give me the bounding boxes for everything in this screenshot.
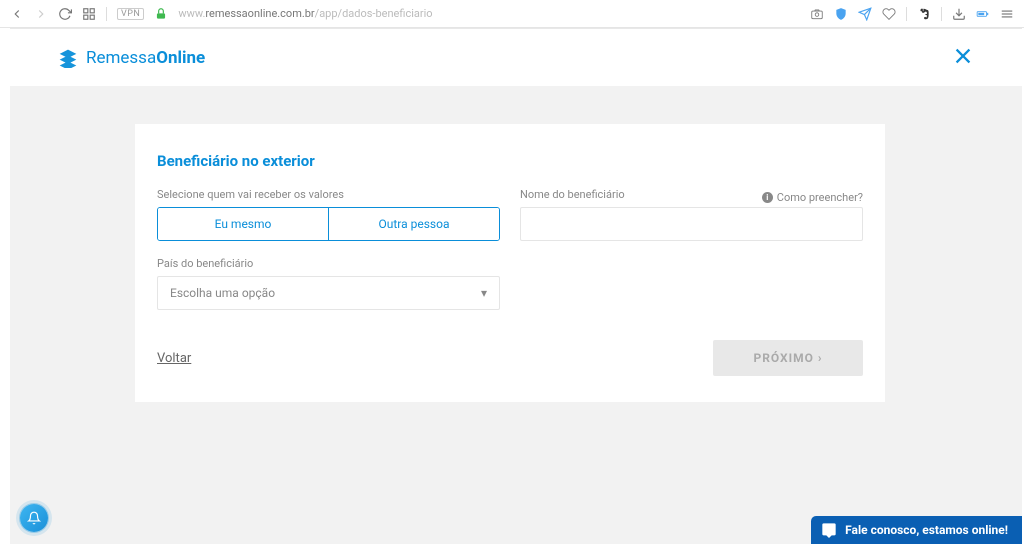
evernote-icon[interactable]: [917, 7, 931, 21]
notification-bell-button[interactable]: [20, 504, 48, 532]
separator: [106, 7, 107, 21]
menu-icon[interactable]: [1000, 7, 1014, 21]
country-placeholder: Escolha uma opção: [170, 286, 275, 300]
card-title: Beneficiário no exterior: [157, 152, 863, 170]
who-receives-label: Selecione quem vai receber os valores: [157, 188, 500, 201]
recipient-segmented-control: Eu mesmo Outra pessoa: [157, 207, 500, 241]
vpn-badge[interactable]: VPN: [117, 8, 144, 20]
help-link[interactable]: i Como preencher?: [762, 191, 863, 204]
app-header: RemessaOnline: [10, 29, 1022, 86]
logo-mark-icon: [58, 48, 78, 68]
option-self-button[interactable]: Eu mesmo: [158, 208, 328, 240]
tiles-icon[interactable]: [82, 7, 96, 21]
form-card: Beneficiário no exterior Selecione quem …: [135, 124, 885, 402]
next-button[interactable]: PRÓXIMO ›: [713, 340, 863, 376]
back-link[interactable]: Voltar: [157, 351, 191, 366]
reload-icon[interactable]: [58, 7, 72, 21]
separator: [941, 7, 942, 21]
country-select[interactable]: Escolha uma opção ▾: [157, 276, 500, 310]
browser-toolbar: VPN www.remessaonline.com.br/app/dados-b…: [0, 0, 1024, 28]
forward-icon[interactable]: [34, 7, 48, 21]
camera-icon[interactable]: [810, 7, 824, 21]
close-button[interactable]: [952, 45, 974, 71]
chat-label: Fale conosco, estamos online!: [845, 523, 1008, 537]
page-background: RemessaOnline Beneficiário no exterior S…: [10, 28, 1022, 544]
beneficiary-name-label: Nome do beneficiário: [520, 188, 625, 201]
separator: [906, 7, 907, 21]
url-display[interactable]: www.remessaonline.com.br/app/dados-benef…: [178, 7, 432, 20]
country-label: País do beneficiário: [157, 257, 500, 270]
chat-icon: [821, 522, 837, 538]
back-icon[interactable]: [10, 7, 24, 21]
send-icon[interactable]: [858, 7, 872, 21]
option-other-button[interactable]: Outra pessoa: [328, 208, 499, 240]
lock-icon: [154, 7, 168, 21]
download-icon[interactable]: [952, 7, 966, 21]
chevron-down-icon: ▾: [481, 286, 487, 300]
app-logo[interactable]: RemessaOnline: [58, 48, 205, 68]
heart-icon[interactable]: [882, 7, 896, 21]
logo-text: RemessaOnline: [86, 48, 205, 68]
info-icon: i: [762, 192, 773, 203]
battery-icon[interactable]: [976, 7, 990, 21]
chat-widget-button[interactable]: Fale conosco, estamos online!: [811, 516, 1022, 544]
beneficiary-name-input[interactable]: [520, 207, 863, 241]
shield-icon[interactable]: [834, 7, 848, 21]
